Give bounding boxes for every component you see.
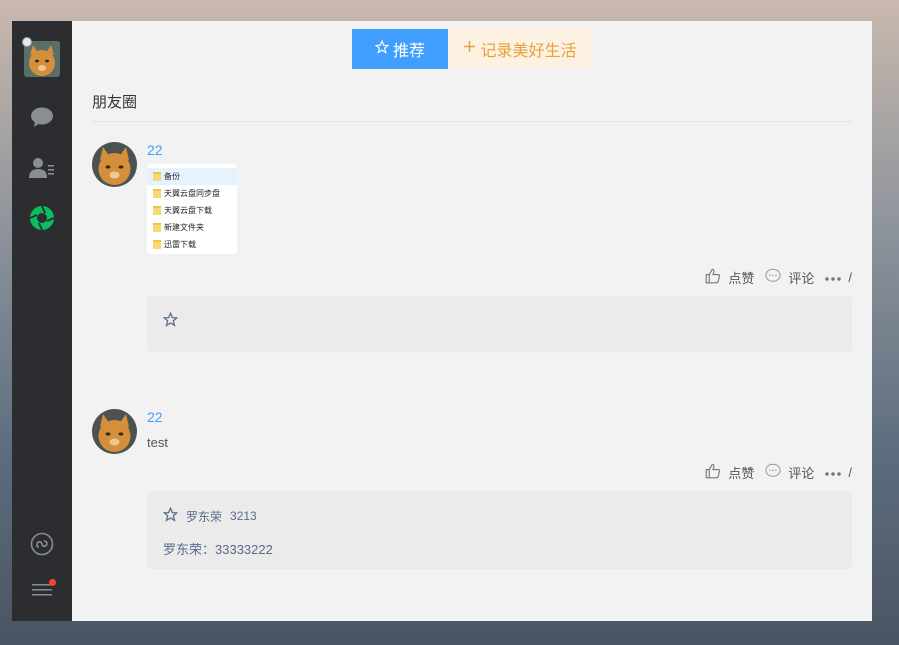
top-tabs: 推荐 记录美好生活 <box>352 29 592 69</box>
like-label: 点赞 <box>728 466 755 481</box>
list-item: 天翼云盘下载 <box>147 202 237 219</box>
recommend-label: 推荐 <box>392 43 425 60</box>
plus-icon <box>463 40 476 58</box>
online-status-dot <box>22 37 32 47</box>
post-actions: 点赞 评论 / <box>700 267 852 288</box>
app-window: 推荐 记录美好生活 朋友圈 22 备份 天翼云盘同步盘 天翼云盘下载 新建文件夹… <box>12 21 872 621</box>
folder-icon <box>153 223 161 232</box>
post-text: test <box>147 435 168 450</box>
chat-bubble-icon[interactable] <box>29 104 55 130</box>
page-title: 朋友圈 <box>92 94 138 111</box>
comments-box <box>147 296 852 352</box>
like-button[interactable]: 点赞 <box>704 267 754 288</box>
list-item: 迅雷下载 <box>147 236 237 253</box>
star-icon <box>374 39 390 59</box>
post-actions: 点赞 评论 / <box>700 462 852 483</box>
comment-button[interactable]: 评论 <box>764 267 814 288</box>
thumbs-up-icon <box>704 267 722 288</box>
like-button[interactable]: 点赞 <box>704 462 754 483</box>
divider <box>92 121 852 122</box>
contacts-icon[interactable] <box>29 155 55 181</box>
post-image[interactable]: 备份 天翼云盘同步盘 天翼云盘下载 新建文件夹 迅雷下载 <box>147 164 237 254</box>
more-button[interactable]: / <box>824 465 852 480</box>
moments-panel: 推荐 记录美好生活 朋友圈 22 备份 天翼云盘同步盘 天翼云盘下载 新建文件夹… <box>72 21 872 621</box>
star-icon[interactable] <box>162 311 179 331</box>
moments-aperture-icon[interactable] <box>29 205 55 231</box>
folder-icon <box>153 189 161 198</box>
comments-box: 罗东荣 3213 罗东荣：33333222 <box>147 491 852 569</box>
comment-label: 评论 <box>788 466 815 481</box>
comment-bubble-icon <box>764 267 782 288</box>
recommend-button[interactable]: 推荐 <box>352 29 448 69</box>
more-button[interactable]: / <box>824 270 852 285</box>
folder-icon <box>153 206 161 215</box>
post-username[interactable]: 22 <box>147 142 163 158</box>
post-username[interactable]: 22 <box>147 409 163 425</box>
more-dots-icon <box>824 270 842 285</box>
comment-label: 评论 <box>788 271 815 286</box>
record-life-button[interactable]: 记录美好生活 <box>448 29 592 69</box>
list-item: 新建文件夹 <box>147 219 237 236</box>
liker-count: 3213 <box>230 509 257 523</box>
mini-program-icon[interactable] <box>29 531 55 557</box>
post-avatar[interactable] <box>92 409 137 454</box>
comment-button[interactable]: 评论 <box>764 462 814 483</box>
like-label: 点赞 <box>728 271 755 286</box>
liker-name[interactable]: 罗东荣 <box>186 508 222 525</box>
comment-text: 罗东荣：33333222 <box>163 542 273 557</box>
record-life-label: 记录美好生活 <box>480 43 577 60</box>
thumbs-up-icon <box>704 462 722 483</box>
likers-row: 罗东荣 3213 <box>162 506 836 525</box>
comment-bubble-icon <box>764 462 782 483</box>
more-label: / <box>848 270 852 285</box>
more-label: / <box>848 465 852 480</box>
folder-icon <box>153 172 161 181</box>
more-dots-icon <box>824 465 842 480</box>
list-item: 备份 <box>147 168 237 185</box>
star-icon[interactable] <box>162 506 179 525</box>
notification-dot <box>49 579 56 586</box>
post-avatar[interactable] <box>92 142 137 187</box>
list-item: 天翼云盘同步盘 <box>147 185 237 202</box>
sidebar <box>12 21 72 621</box>
folder-icon <box>153 240 161 249</box>
